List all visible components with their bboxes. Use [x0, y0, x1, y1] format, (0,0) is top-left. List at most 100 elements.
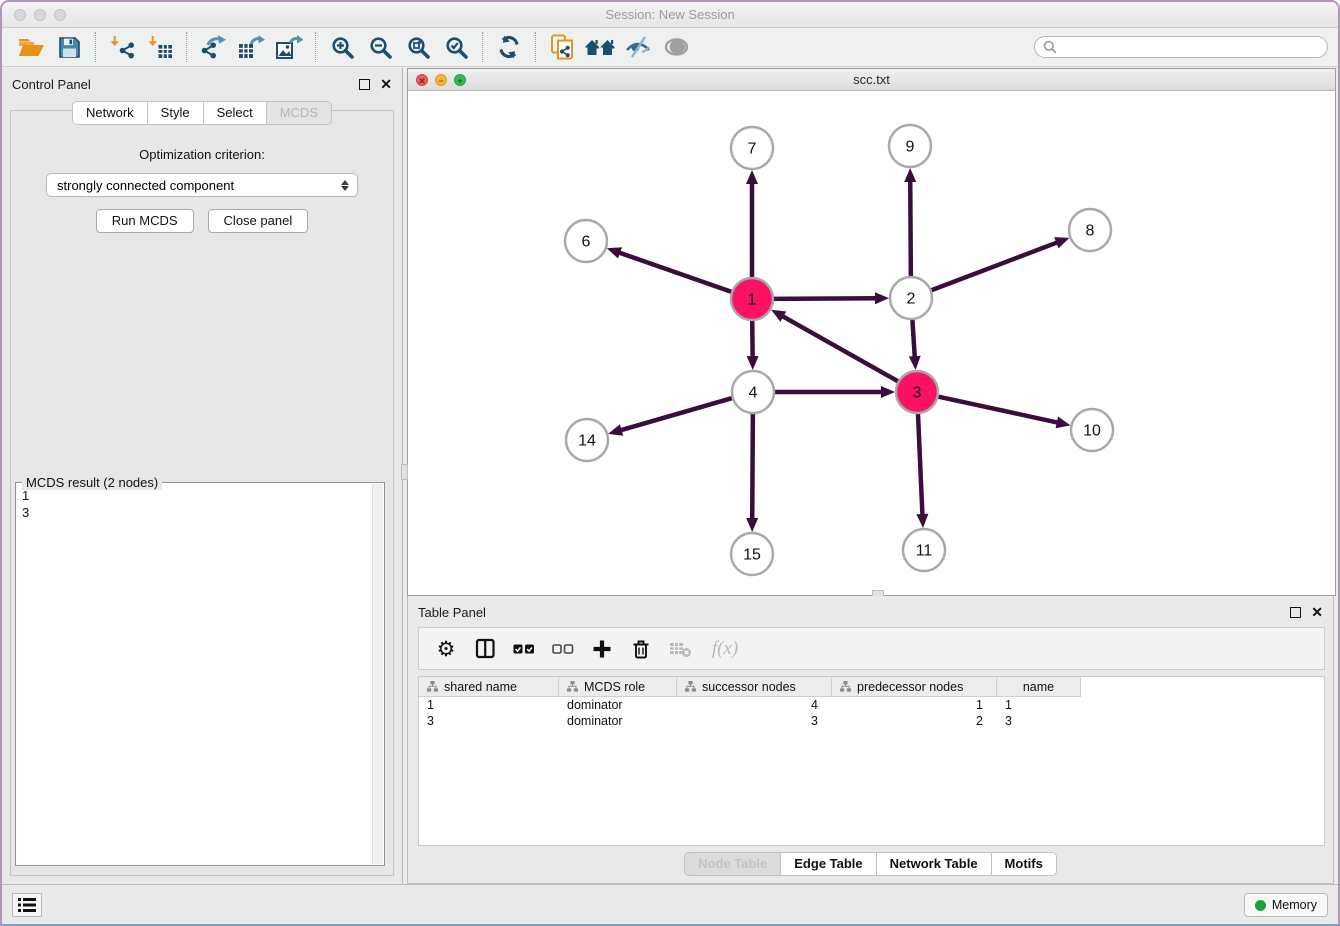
table-cell: 3	[419, 714, 559, 728]
edge-2-9[interactable]	[910, 180, 911, 279]
edge-2-8[interactable]	[929, 242, 1058, 291]
import-network-icon	[110, 35, 135, 59]
edge-1-6[interactable]	[618, 252, 734, 293]
deselect-all-button[interactable]	[546, 632, 580, 666]
tab-network[interactable]: Network	[72, 101, 148, 125]
table-row[interactable]: 3dominator323	[419, 713, 1324, 729]
zoom-fit-button[interactable]	[399, 32, 437, 63]
run-mcds-button[interactable]: Run MCDS	[96, 209, 194, 233]
panel-divider-grip[interactable]	[401, 464, 408, 480]
close-panel-icon[interactable]: ✕	[380, 79, 392, 90]
optimization-criterion-select[interactable]: strongly connected component	[46, 173, 358, 197]
edge-3-11[interactable]	[918, 411, 923, 516]
show-hide-graphics-button[interactable]	[619, 32, 657, 63]
export-image-button[interactable]	[270, 32, 308, 63]
close-window-icon[interactable]	[14, 9, 26, 21]
minimize-window-icon[interactable]	[34, 9, 46, 21]
add-column-button[interactable]	[585, 632, 619, 666]
node-label-1: 1	[748, 292, 757, 309]
node-label-9: 9	[906, 139, 915, 156]
mcds-result-scrollbar[interactable]	[372, 484, 383, 864]
title-bar: Session: New Session	[2, 2, 1338, 28]
edge-3-1[interactable]	[782, 316, 901, 383]
export-table-button[interactable]	[232, 32, 270, 63]
memory-label: Memory	[1272, 898, 1317, 912]
zoom-in-icon	[331, 36, 354, 59]
close-table-panel-icon[interactable]: ✕	[1311, 607, 1323, 618]
tab-edge-table[interactable]: Edge Table	[781, 852, 876, 876]
mcds-panel: Optimization criterion: strongly connect…	[10, 110, 394, 876]
memory-button[interactable]: Memory	[1244, 893, 1328, 917]
network-window-titlebar[interactable]: ✕ − + scc.txt	[408, 69, 1335, 91]
column-header-name[interactable]: name	[997, 677, 1081, 697]
apply-layout-button[interactable]	[490, 32, 528, 63]
zoom-selected-button[interactable]	[437, 32, 475, 63]
table-toolbar: ⚙	[418, 627, 1325, 670]
edge-4-15[interactable]	[752, 411, 753, 520]
zoom-out-icon	[369, 36, 392, 59]
edge-arrowhead	[909, 356, 921, 370]
window-controls	[14, 9, 66, 21]
copy-network-view-button[interactable]	[543, 32, 581, 63]
tab-mcds[interactable]: MCDS	[267, 101, 332, 125]
eye-button[interactable]	[657, 32, 695, 63]
zoom-window-icon[interactable]	[54, 9, 66, 21]
zoom-out-button[interactable]	[361, 32, 399, 63]
import-table-icon	[148, 35, 173, 59]
node-label-10: 10	[1083, 423, 1101, 440]
column-header-MCDS-role[interactable]: MCDS role	[559, 677, 677, 697]
status-bar: Memory	[2, 884, 1338, 924]
function-builder-button-disabled: f(x)	[702, 632, 748, 666]
column-selector-button[interactable]	[468, 632, 502, 666]
select-all-button[interactable]	[507, 632, 541, 666]
node-label-3: 3	[913, 385, 922, 402]
tab-style[interactable]: Style	[148, 101, 204, 125]
network-view-window: ✕ − + scc.txt 7968124314101511	[407, 68, 1336, 596]
copy-network-icon	[550, 34, 575, 61]
tab-node-table[interactable]: Node Table	[684, 852, 781, 876]
float-panel-icon[interactable]	[359, 79, 370, 90]
network-minimize-icon[interactable]: −	[435, 74, 447, 86]
edge-3-10[interactable]	[936, 396, 1059, 423]
tab-motifs[interactable]: Motifs	[992, 852, 1057, 876]
import-table-button[interactable]	[141, 32, 179, 63]
table-cell: dominator	[559, 714, 677, 728]
column-header-predecessor-nodes[interactable]: predecessor nodes	[832, 677, 997, 697]
edge-1-2[interactable]	[771, 298, 877, 299]
network-close-icon[interactable]: ✕	[416, 74, 428, 86]
toolbar-separator	[95, 32, 96, 62]
edge-4-14[interactable]	[620, 397, 735, 430]
column-header-shared-name[interactable]: shared name	[419, 677, 559, 697]
import-network-button[interactable]	[103, 32, 141, 63]
float-table-panel-icon[interactable]	[1290, 607, 1301, 618]
mcds-result-list: 13	[18, 485, 371, 863]
table-cell: 1	[419, 698, 559, 712]
search-input[interactable]	[1057, 40, 1319, 55]
zoom-in-button[interactable]	[323, 32, 361, 63]
export-image-icon	[276, 35, 303, 59]
table-options-button[interactable]: ⚙	[429, 632, 463, 666]
column-header-successor-nodes[interactable]: successor nodes	[677, 677, 832, 697]
node-label-8: 8	[1086, 223, 1095, 240]
table-row[interactable]: 1dominator411	[419, 697, 1324, 713]
column-label: name	[1023, 680, 1054, 694]
save-session-button[interactable]	[50, 32, 88, 63]
eye-disabled-icon	[664, 38, 689, 56]
close-panel-button[interactable]: Close panel	[208, 209, 309, 233]
columns-icon	[475, 638, 496, 659]
open-file-button[interactable]	[12, 32, 50, 63]
show-all-networks-button[interactable]	[581, 32, 619, 63]
delete-column-button[interactable]	[624, 632, 658, 666]
table-cell: 4	[677, 698, 832, 712]
tab-select[interactable]: Select	[204, 101, 267, 125]
main-toolbar	[2, 28, 1338, 67]
export-network-button[interactable]	[194, 32, 232, 63]
tab-network-table[interactable]: Network Table	[877, 852, 992, 876]
task-history-button[interactable]	[12, 893, 42, 917]
column-tree-icon	[427, 681, 438, 692]
network-maximize-icon[interactable]: +	[454, 74, 466, 86]
zoom-fit-icon	[407, 36, 430, 59]
table-panel-title: Table Panel	[418, 605, 486, 620]
edge-2-3[interactable]	[912, 317, 915, 358]
network-canvas[interactable]: 7968124314101511	[408, 91, 1335, 595]
